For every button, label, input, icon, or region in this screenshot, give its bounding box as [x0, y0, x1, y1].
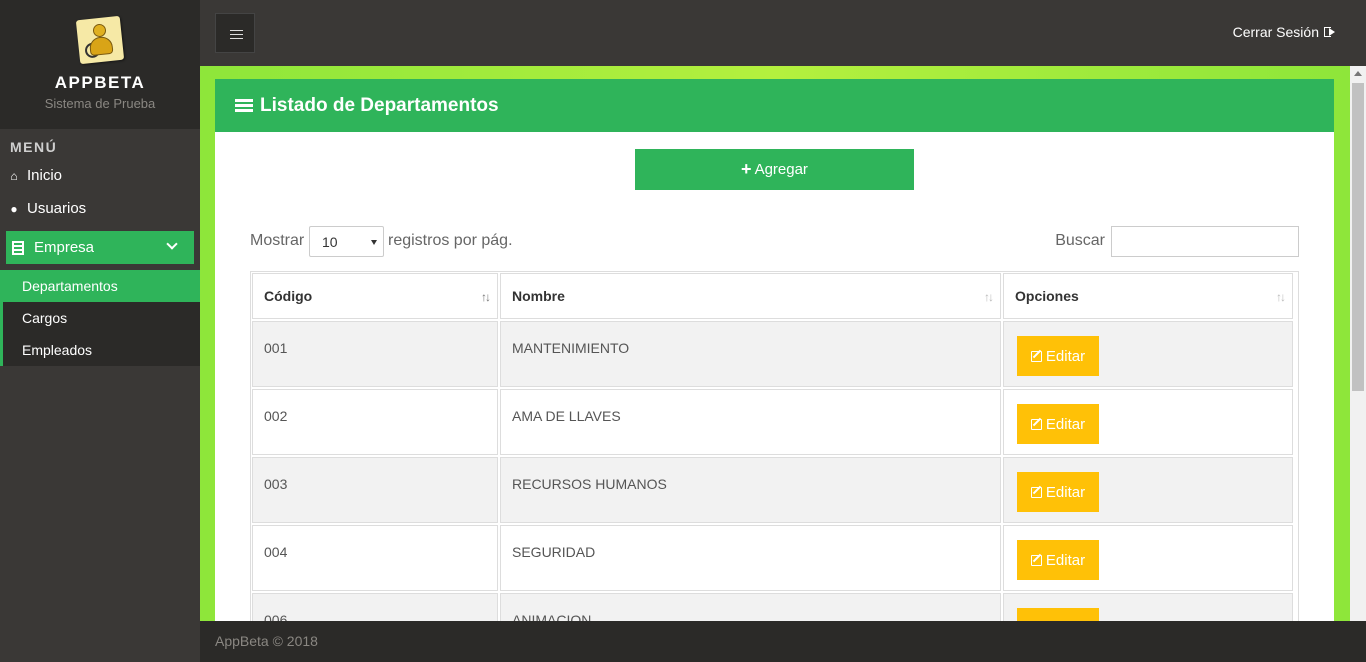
page-title: Listado de Departamentos [260, 94, 499, 116]
list-icon [235, 98, 253, 113]
app-logo [75, 15, 125, 65]
departments-table: Código ↑↓ Nombre ↑↓ Opciones ↑↓ 001 MANT… [250, 271, 1299, 621]
edit-icon [1030, 486, 1042, 498]
table-row: 001 MANTENIMIENTO Editar [251, 320, 1298, 388]
edit-button[interactable]: Editar [1017, 472, 1099, 512]
scroll-up-icon[interactable] [1354, 71, 1362, 76]
sidebar-item-empleados[interactable]: Empleados [3, 334, 200, 366]
table-row: 002 AMA DE LLAVES Editar [251, 388, 1298, 456]
cell-name: SEGURIDAD [500, 525, 1001, 591]
edit-icon [1030, 554, 1042, 566]
column-label: Nombre [512, 288, 565, 304]
submenu: Departamentos Cargos Empleados [0, 270, 200, 366]
cell-code: 003 [252, 457, 498, 523]
table-header: Código ↑↓ Nombre ↑↓ Opciones ↑↓ [251, 272, 1298, 320]
add-label: Agregar [754, 161, 808, 178]
panel-header: Listado de Departamentos [215, 79, 1334, 132]
caret-down-icon [371, 240, 377, 245]
logout-label: Cerrar Sesión [1232, 24, 1319, 40]
building-icon [12, 240, 24, 255]
sidebar: APPBETA Sistema de Prueba MENÚ ⌂ Inicio … [0, 0, 200, 662]
footer: AppBeta © 2018 [200, 621, 1366, 662]
cell-options: Editar [1003, 457, 1293, 523]
column-header-codigo[interactable]: Código ↑↓ [252, 273, 498, 319]
edit-button[interactable]: Editar [1017, 336, 1099, 376]
plus-icon: + [741, 159, 752, 179]
chevron-down-icon [166, 238, 178, 250]
column-label: Opciones [1015, 288, 1079, 304]
per-page-label: registros por pág. [388, 232, 513, 249]
scrollbar-thumb[interactable] [1352, 83, 1364, 391]
sidebar-item-label: Usuarios [27, 200, 87, 217]
sort-icon: ↑↓ [1276, 290, 1286, 304]
add-button[interactable]: + Agregar [635, 149, 914, 190]
edit-icon [1030, 418, 1042, 430]
sidebar-item-usuarios[interactable]: ● Usuarios [0, 192, 200, 225]
edit-label: Editar [1045, 415, 1086, 433]
edit-label: Editar [1045, 483, 1086, 501]
cell-options: Editar [1003, 389, 1293, 455]
edit-button[interactable]: Editar [1017, 404, 1099, 444]
sidebar-item-inicio[interactable]: ⌂ Inicio [0, 159, 200, 192]
column-header-opciones[interactable]: Opciones ↑↓ [1003, 273, 1293, 319]
cell-options: Editar [1003, 525, 1293, 591]
topbar: Cerrar Sesión [200, 0, 1366, 66]
menu-toggle-button[interactable] [215, 13, 255, 53]
cell-name: AMA DE LLAVES [500, 389, 1001, 455]
menu-title: MENÚ [10, 139, 58, 155]
logout-button[interactable]: Cerrar Sesión [1233, 24, 1335, 40]
cell-code: 002 [252, 389, 498, 455]
cell-options: Editar [1003, 593, 1293, 621]
sort-icon: ↑↓ [984, 290, 994, 304]
show-label: Mostrar [250, 232, 305, 249]
cell-code: 006 [252, 593, 498, 621]
page-size-select[interactable]: 10 [309, 226, 384, 257]
cell-name: RECURSOS HUMANOS [500, 457, 1001, 523]
cell-code: 001 [252, 321, 498, 387]
sidebar-item-cargos[interactable]: Cargos [3, 302, 200, 334]
table-row: 003 RECURSOS HUMANOS Editar [251, 456, 1298, 524]
page-scrollbar[interactable] [1350, 66, 1366, 621]
search-label: Buscar [1055, 232, 1105, 249]
cell-options: Editar [1003, 321, 1293, 387]
sidebar-item-label: Inicio [27, 167, 63, 184]
sidebar-group-label: Empresa [34, 239, 95, 256]
app-subtitle: Sistema de Prueba [44, 96, 156, 111]
cell-code: 004 [252, 525, 498, 591]
departments-panel: Listado de Departamentos + Agregar Mostr… [215, 79, 1334, 621]
sort-icon: ↑↓ [481, 290, 491, 304]
brand: APPBETA Sistema de Prueba [0, 0, 200, 129]
edit-label: Editar [1045, 347, 1086, 365]
search-input[interactable] [1111, 226, 1299, 257]
sidebar-group-empresa[interactable]: Empresa [6, 231, 194, 264]
cell-name: MANTENIMIENTO [500, 321, 1001, 387]
table-row: 006 ANIMACION Editar [251, 592, 1298, 621]
table-controls: Mostrar 10 registros por pág. Buscar [250, 226, 1299, 258]
sign-out-icon [1324, 27, 1335, 37]
column-label: Código [264, 288, 313, 304]
edit-button[interactable]: Editar [1017, 608, 1099, 621]
edit-icon [1030, 350, 1042, 362]
home-icon: ⌂ [10, 168, 18, 183]
column-header-nombre[interactable]: Nombre ↑↓ [500, 273, 1001, 319]
page-size-value: 10 [322, 234, 338, 250]
table-row: 004 SEGURIDAD Editar [251, 524, 1298, 592]
sidebar-item-departamentos[interactable]: Departamentos [0, 270, 200, 302]
user-icon: ● [10, 201, 18, 216]
app-title: APPBETA [54, 73, 146, 92]
main-content: Listado de Departamentos + Agregar Mostr… [200, 66, 1350, 621]
cell-name: ANIMACION [500, 593, 1001, 621]
edit-button[interactable]: Editar [1017, 540, 1099, 580]
edit-label: Editar [1045, 551, 1086, 569]
